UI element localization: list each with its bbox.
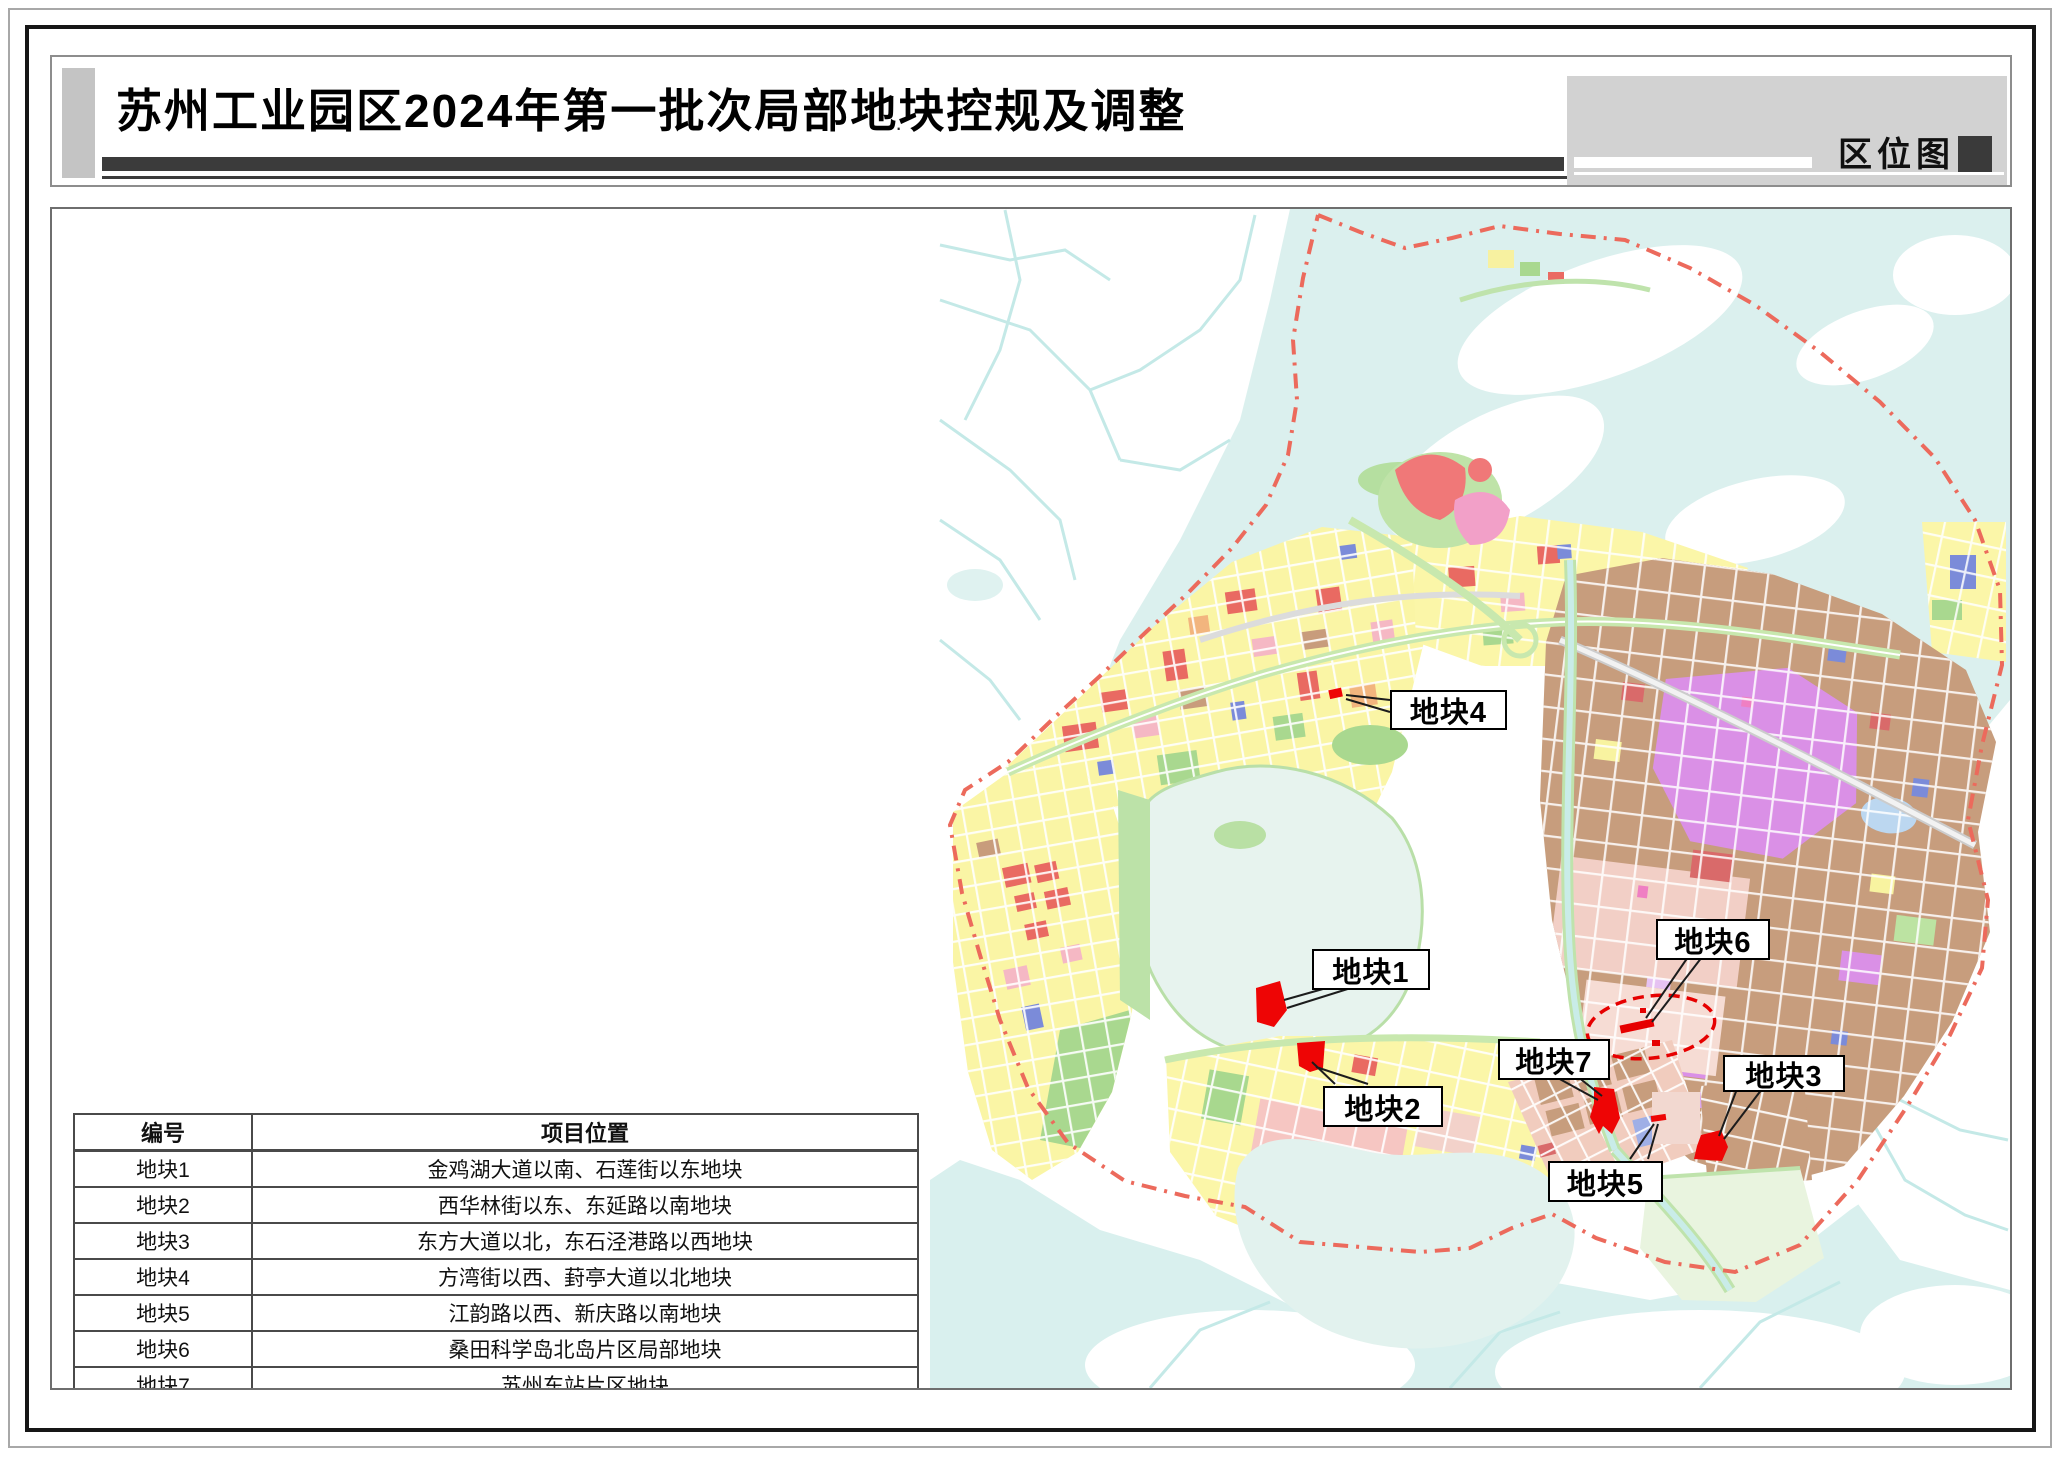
table-row: 地块2 西华林街以东、东延路以南地块	[74, 1187, 918, 1223]
header-white-bar	[1574, 157, 1812, 168]
plot-4-label: 地块4	[1390, 690, 1507, 730]
cluster-north-resort	[1378, 452, 1510, 548]
plot-6-label: 地块6	[1656, 919, 1770, 960]
table-row: 地块3 东方大道以北，东石泾港路以西地块	[74, 1223, 918, 1259]
plot-location-cell: 西华林街以东、东延路以南地块	[252, 1187, 918, 1223]
plots-table: 编号 项目位置 地块1 金鸡湖大道以南、石莲街以东地块 地块2 西华林街以东、东…	[73, 1113, 919, 1390]
plot-id-cell: 地块6	[74, 1331, 252, 1367]
plot-location-cell: 江韵路以西、新庆路以南地块	[252, 1295, 918, 1331]
header-rule-thin	[102, 176, 1567, 179]
plot-location-cell: 方湾街以西、葑亭大道以北地块	[252, 1259, 918, 1295]
title-accent-bar	[62, 68, 95, 178]
column-header-id: 编号	[74, 1114, 252, 1151]
map-panel: 地块1 地块2 地块3 地块4 地块5 地块6 地块7 编号 项目位置 地块1 …	[50, 207, 2012, 1390]
header-rule-thick	[102, 157, 1564, 171]
sheet-type-label: 区位图	[1838, 127, 1955, 176]
table-row: 地块4 方湾街以西、葑亭大道以北地块	[74, 1259, 918, 1295]
zone-southeast	[1640, 1078, 1824, 1302]
title-mark: ·	[895, 115, 902, 141]
plot-7-label: 地块7	[1498, 1039, 1610, 1080]
plot-1-label: 地块1	[1312, 949, 1430, 990]
table-row: 地块1 金鸡湖大道以南、石莲街以东地块	[74, 1151, 918, 1188]
plot-id-cell: 地块4	[74, 1259, 252, 1295]
table-row: 地块7 苏州东站片区地块	[74, 1367, 918, 1390]
plot-location-cell: 苏州东站片区地块	[252, 1367, 918, 1390]
header: 苏州工业园区2024年第一批次局部地块控规及调整 · 区位图	[50, 55, 2012, 187]
plan-sheet: 苏州工业园区2024年第一批次局部地块控规及调整 · 区位图	[0, 0, 2062, 1458]
plot-id-cell: 地块3	[74, 1223, 252, 1259]
plot-location-cell: 东方大道以北，东石泾港路以西地块	[252, 1223, 918, 1259]
plot-5-label: 地块5	[1548, 1161, 1663, 1202]
plot-id-cell: 地块5	[74, 1295, 252, 1331]
column-header-location: 项目位置	[252, 1114, 918, 1151]
zone-northeast-fields	[1922, 522, 2006, 662]
table-row: 地块6 桑田科学岛北岛片区局部地块	[74, 1331, 918, 1367]
plot-id-cell: 地块7	[74, 1367, 252, 1390]
table-header-row: 编号 项目位置	[74, 1114, 918, 1151]
plot-3-label: 地块3	[1723, 1055, 1845, 1092]
page-title: 苏州工业园区2024年第一批次局部地块控规及调整	[116, 75, 1186, 141]
table-row: 地块5 江韵路以西、新庆路以南地块	[74, 1295, 918, 1331]
plot-id-cell: 地块2	[74, 1187, 252, 1223]
plot-2-label: 地块2	[1323, 1086, 1443, 1127]
plot-location-cell: 桑田科学岛北岛片区局部地块	[252, 1331, 918, 1367]
plot-id-cell: 地块1	[74, 1151, 252, 1188]
plot-location-cell: 金鸡湖大道以南、石莲街以东地块	[252, 1151, 918, 1188]
sheet-type-square	[1958, 136, 1992, 172]
